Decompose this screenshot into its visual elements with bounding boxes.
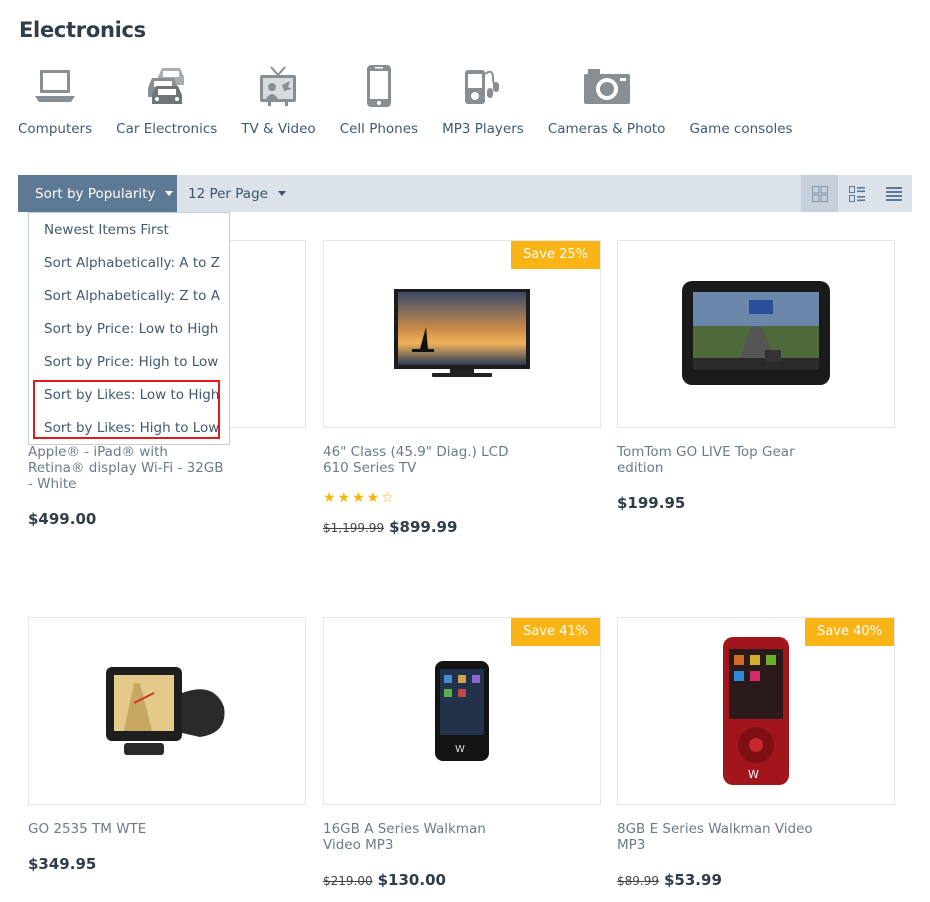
sort-option-likes-asc[interactable]: Sort by Likes: Low to High [29,379,229,412]
tv-icon [258,62,298,110]
product-image[interactable]: Save 40% W [617,617,895,805]
discount-badge: Save 25% [511,241,600,269]
product-price: $899.99 [389,518,458,536]
product-card: Save 40% W 8GB E Series Walkman Video MP… [617,617,895,889]
sort-option-newest[interactable]: Newest Items First [29,214,229,247]
category-computers[interactable]: Computers [18,62,92,137]
product-card: Save 41% W 16GB A Series Walkman Video M… [323,617,601,889]
svg-text:W: W [748,768,759,781]
product-name[interactable]: TomTom GO LIVE Top Gear edition [617,444,817,476]
product-price-row: $499.00 [28,510,306,528]
laptop-icon [34,62,76,110]
discount-badge: Save 40% [805,618,894,646]
sort-toolbar: Sort by Popularity 12 Per Page [18,175,912,212]
product-price: $130.00 [377,871,446,889]
list-view-button[interactable] [875,175,912,212]
page-title: Electronics [19,18,146,42]
tv-product-image [394,289,530,377]
grid-list-view-icon [848,185,865,202]
product-image[interactable] [28,617,306,805]
caret-down-icon [165,191,174,196]
camera-icon [582,62,632,110]
svg-text:W: W [455,744,465,755]
mp3-player-icon [463,62,503,110]
product-price: $499.00 [28,510,97,528]
rating-stars: ★★★★☆ [323,490,396,506]
category-nav: Computers Car Electronics TV & Video Cel… [18,62,817,137]
product-price-row: $219.00 $130.00 [323,871,601,889]
sort-option-likes-desc[interactable]: Sort by Likes: High to Low [29,412,229,445]
product-name[interactable]: 46" Class (45.9" Diag.) LCD 610 Series T… [323,444,523,476]
product-price-row: $1,199.99 $899.99 [323,518,601,536]
category-cameras-photo[interactable]: Cameras & Photo [548,62,665,137]
old-price: $1,199.99 [323,521,385,535]
grid-list-view-button[interactable] [838,175,875,212]
sort-dropdown-button[interactable]: Sort by Popularity [18,175,177,212]
product-name[interactable]: Apple® - iPad® with Retina® display Wi-F… [28,444,228,492]
gps-mount-product-image [106,667,225,755]
old-price: $89.99 [617,874,659,888]
grid-large-view-button[interactable] [801,175,838,212]
product-name[interactable]: 8GB E Series Walkman Video MP3 [617,821,817,853]
product-price-row: $349.95 [28,855,306,873]
product-name[interactable]: GO 2535 TM WTE [28,821,228,837]
category-mp3-players[interactable]: MP3 Players [442,62,524,137]
category-tv-video[interactable]: TV & Video [241,62,316,137]
view-switcher [801,175,912,212]
product-price-row: $199.95 [617,494,895,512]
sort-option-price-asc[interactable]: Sort by Price: Low to High [29,313,229,346]
gps-product-image [682,281,830,385]
category-game-consoles[interactable]: Game consoles [689,62,792,137]
cars-icon [146,62,188,110]
product-image[interactable]: Save 25% [323,240,601,428]
product-price: $349.95 [28,855,97,873]
sort-option-alpha-asc[interactable]: Sort Alphabetically: A to Z [29,247,229,280]
sort-option-price-desc[interactable]: Sort by Price: High to Low [29,346,229,379]
sort-option-alpha-desc[interactable]: Sort Alphabetically: Z to A [29,280,229,313]
phone-icon [366,62,392,110]
old-price: $219.00 [323,874,373,888]
product-name[interactable]: 16GB A Series Walkman Video MP3 [323,821,523,853]
discount-badge: Save 41% [511,618,600,646]
product-image[interactable] [617,240,895,428]
per-page-label: 12 Per Page [188,185,268,202]
caret-down-icon [277,191,286,196]
product-card: Save 25% 46" Class (45.9" Diag.) LCD 610… [323,240,601,536]
list-view-icon [885,186,902,201]
per-page-dropdown-button[interactable]: 12 Per Page [188,175,286,212]
product-price-row: $89.99 $53.99 [617,871,895,889]
category-cell-phones[interactable]: Cell Phones [340,62,418,137]
product-price: $199.95 [617,494,686,512]
sort-dropdown-menu: Newest Items First Sort Alphabetically: … [28,212,230,445]
grid-large-view-icon [811,185,828,202]
walkman-red-product-image: W [723,637,789,785]
sort-dropdown-label: Sort by Popularity [35,185,156,202]
product-card: GO 2535 TM WTE $349.95 [28,617,306,873]
walkman-black-product-image: W [435,661,489,761]
product-price: $53.99 [664,871,722,889]
category-car-electronics[interactable]: Car Electronics [116,62,217,137]
product-card: TomTom GO LIVE Top Gear edition $199.95 [617,240,895,512]
product-image[interactable]: Save 41% W [323,617,601,805]
